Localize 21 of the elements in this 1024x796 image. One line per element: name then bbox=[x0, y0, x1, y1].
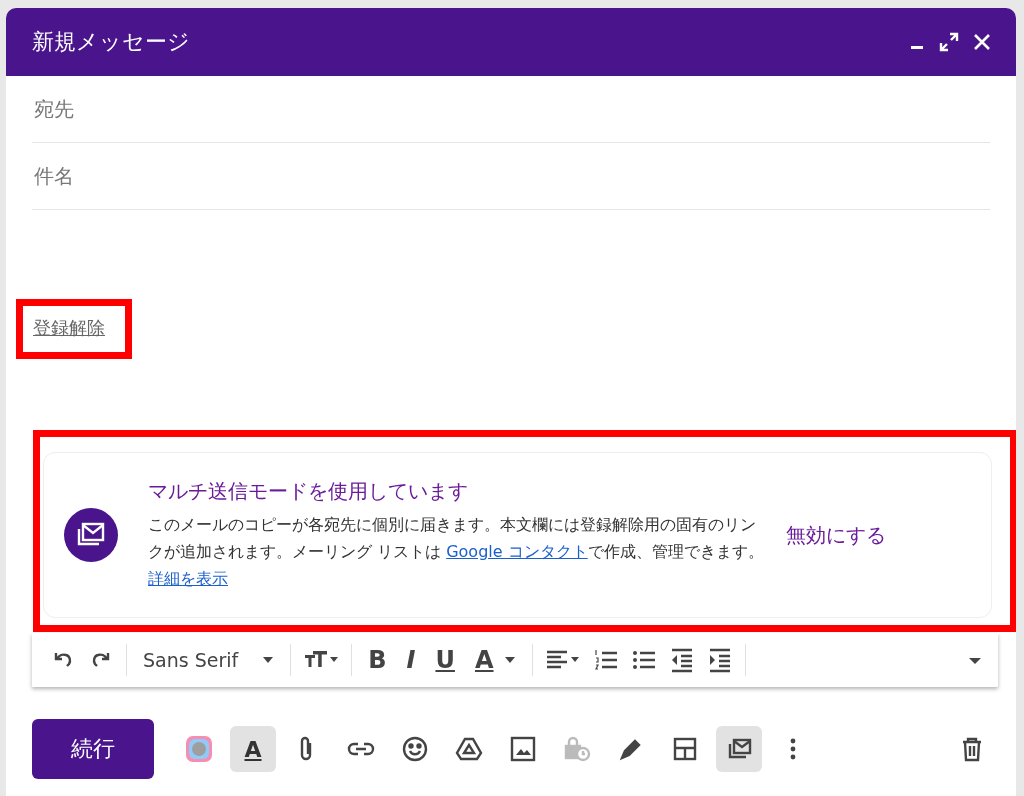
caret-icon bbox=[262, 656, 275, 664]
banner-title: マルチ送信モードを使用しています bbox=[148, 478, 469, 505]
unsubscribe-link[interactable]: 登録解除 bbox=[33, 317, 105, 338]
contacts-link[interactable]: Google コンタクト bbox=[446, 542, 588, 561]
window-title: 新規メッセージ bbox=[32, 28, 190, 56]
italic-button[interactable]: I bbox=[402, 646, 420, 674]
banner-description: このメールのコピーが各宛先に個別に届きます。本文欄には登録解除用の固有のリンクが追加されます。メーリング リストは Google コンタクト で作成、管理できます。 詳細を表示 bbox=[148, 514, 765, 590]
close-icon[interactable] bbox=[972, 32, 992, 52]
envelope-stack-icon bbox=[64, 508, 118, 562]
continue-button[interactable]: 続行 bbox=[32, 719, 154, 779]
numbered-list-icon[interactable] bbox=[592, 647, 619, 673]
text-formatting-button[interactable]: A bbox=[230, 726, 276, 772]
details-link[interactable]: 詳細を表示 bbox=[148, 569, 228, 588]
font-dropdown[interactable]: Sans Serif bbox=[139, 649, 279, 671]
color-button[interactable]: A bbox=[470, 646, 520, 674]
envelope-stack-icon[interactable] bbox=[716, 726, 762, 772]
bold-button[interactable]: B bbox=[364, 646, 391, 674]
caret-icon bbox=[503, 656, 516, 664]
disable-button[interactable]: 無効にする bbox=[780, 515, 892, 555]
underline-button[interactable]: U bbox=[431, 646, 459, 674]
expand-icon[interactable] bbox=[938, 31, 960, 53]
